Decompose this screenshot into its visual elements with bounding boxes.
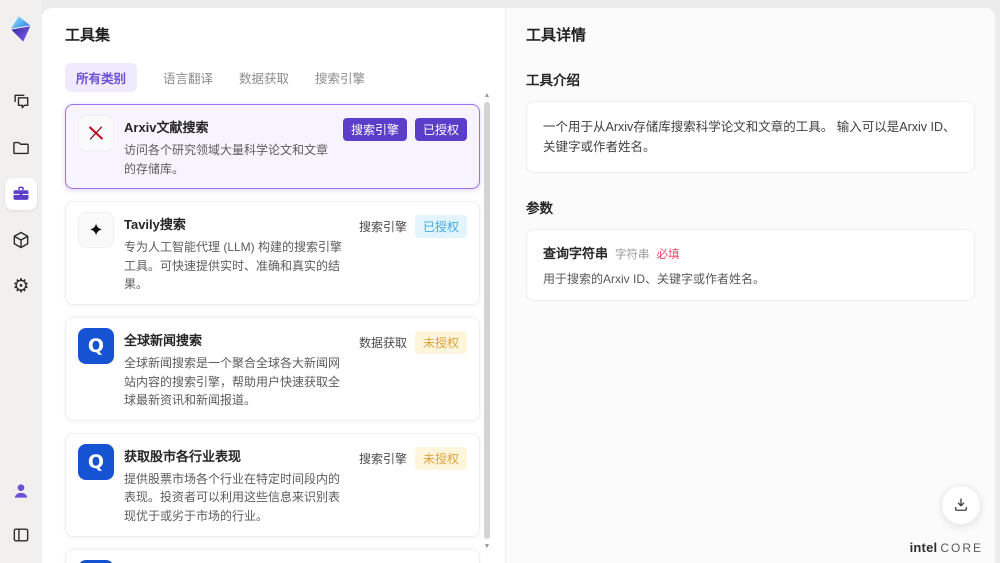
chat-icon <box>14 94 29 109</box>
tool-title: Tavily搜索 <box>124 217 186 233</box>
gear-icon: ⚙ <box>12 275 30 297</box>
tool-title: 获取股市各行业表现 <box>124 448 242 464</box>
scrollbar-up-icon[interactable]: ▲ <box>483 92 491 100</box>
scrollbar-thumb[interactable] <box>484 102 490 539</box>
list-scrollbar[interactable]: ▲ ▼ <box>483 92 491 557</box>
tool-card-arxiv[interactable]: Arxiv文献搜索 访问各个研究领域大量科学论文和文章的存储库。 搜索引擎 已授… <box>65 104 480 190</box>
tool-title: Arxiv文献搜索 <box>124 120 209 135</box>
tool-card-sector-performance[interactable]: Q 获取股市各行业表现 提供股票市场各个行业在特定时间段内的表现。投资者可以利用… <box>65 432 480 537</box>
tool-detail-panel: 工具详情 工具介绍 一个用于从Arxiv存储库搜索科学论文和文章的工具。 输入可… <box>505 8 995 563</box>
intel-core-logo: intel CORE <box>910 540 983 555</box>
user-avatar[interactable] <box>5 475 37 507</box>
brand-intel-text: intel <box>909 540 938 555</box>
scrollbar-down-icon[interactable]: ▼ <box>483 543 491 551</box>
sidebar-item-models[interactable] <box>5 224 37 256</box>
sidebar-item-files[interactable] <box>5 132 37 164</box>
parameter-item: 查询字符串 字符串 必填 用于搜索的Arxiv ID、关键字或作者姓名。 <box>526 229 975 301</box>
arxiv-logo-icon <box>89 126 103 140</box>
tool-card-global-news[interactable]: Q 全球新闻搜索 全球新闻搜索是一个聚合全球各大新闻网站内容的搜索引擎，帮助用户… <box>65 316 480 421</box>
tool-description: 访问各个研究领域大量科学论文和文章的存储库。 <box>124 143 329 176</box>
auth-status-badge: 未授权 <box>414 330 467 354</box>
tool-description: 全球新闻搜索是一个聚合全球各大新闻网站内容的搜索引擎，帮助用户快速获取全球最新资… <box>124 355 341 408</box>
tab-language-translation[interactable]: 语言翻译 <box>163 63 213 92</box>
category-tabs: 所有类别 语言翻译 数据获取 搜索引擎 <box>65 63 505 92</box>
brand-core-text: CORE <box>940 541 983 555</box>
sidebar-item-chat[interactable] <box>5 86 37 118</box>
folder-icon <box>13 141 29 155</box>
panel-toggle-icon <box>13 528 29 542</box>
tab-data-acquisition[interactable]: 数据获取 <box>239 63 289 92</box>
category-label: 搜索引擎 <box>358 451 407 466</box>
q-news-logo-icon: Q <box>87 450 105 473</box>
params-heading: 参数 <box>526 201 553 216</box>
tool-card-most-active-stocks[interactable]: Q 获取市场最活跃股票信息 提供当天交易量最高的股票列表，投资者可以利用这些信息… <box>65 548 480 563</box>
auth-status-badge: 未授权 <box>414 446 467 470</box>
detail-title: 工具详情 <box>526 27 587 44</box>
category-badge: 搜索引擎 <box>342 118 407 141</box>
app-logo-icon <box>11 16 31 42</box>
param-type: 字符串 <box>615 249 650 261</box>
category-label: 搜索引擎 <box>358 220 407 235</box>
intro-heading: 工具介绍 <box>526 73 580 88</box>
main-window: 工具集 所有类别 语言翻译 数据获取 搜索引擎 Arxiv文献搜索 访问各个研究… <box>42 8 995 563</box>
tool-title: 全球新闻搜索 <box>124 332 203 348</box>
param-description: 用于搜索的Arxiv ID、关键字或作者姓名。 <box>543 272 766 286</box>
sidebar-item-toolbox[interactable] <box>5 178 37 210</box>
page-title: 工具集 <box>65 27 111 44</box>
tab-all-categories[interactable]: 所有类别 <box>65 63 138 92</box>
tool-list: Arxiv文献搜索 访问各个研究领域大量科学论文和文章的存储库。 搜索引擎 已授… <box>65 104 480 563</box>
param-required-flag: 必填 <box>656 249 680 261</box>
tool-intro-text: 一个用于从Arxiv存储库搜索科学论文和文章的工具。 输入可以是Arxiv ID… <box>526 101 975 173</box>
sidebar-item-settings[interactable]: ⚙ <box>5 270 37 302</box>
toolset-panel: 工具集 所有类别 语言翻译 数据获取 搜索引擎 Arxiv文献搜索 访问各个研究… <box>42 8 505 563</box>
category-label: 数据获取 <box>358 335 407 350</box>
avatar-icon <box>14 484 28 498</box>
cube-icon <box>13 231 29 249</box>
param-name: 查询字符串 <box>543 246 609 261</box>
auth-status-badge: 已授权 <box>414 215 467 239</box>
tavily-logo-icon: ✦ <box>88 220 104 241</box>
tool-card-tavily[interactable]: ✦ Tavily搜索 专为人工智能代理 (LLM) 构建的搜索引擎工具。可快速提… <box>65 201 480 305</box>
tab-search-engine[interactable]: 搜索引擎 <box>315 63 365 92</box>
q-news-logo-icon: Q <box>87 334 105 357</box>
tool-description: 专为人工智能代理 (LLM) 构建的搜索引擎工具。可快速提供实时、准确和真实的结… <box>124 240 343 292</box>
download-button[interactable] <box>941 485 981 525</box>
download-icon <box>955 498 967 511</box>
tool-description: 提供股票市场各个行业在特定时间段内的表现。投资者可以利用这些信息来识别表现优于或… <box>124 471 341 523</box>
auth-status-badge: 已授权 <box>414 118 467 141</box>
collapse-panel-button[interactable] <box>5 519 37 551</box>
left-sidebar: ⚙ <box>0 0 42 563</box>
toolbox-icon <box>13 186 29 200</box>
